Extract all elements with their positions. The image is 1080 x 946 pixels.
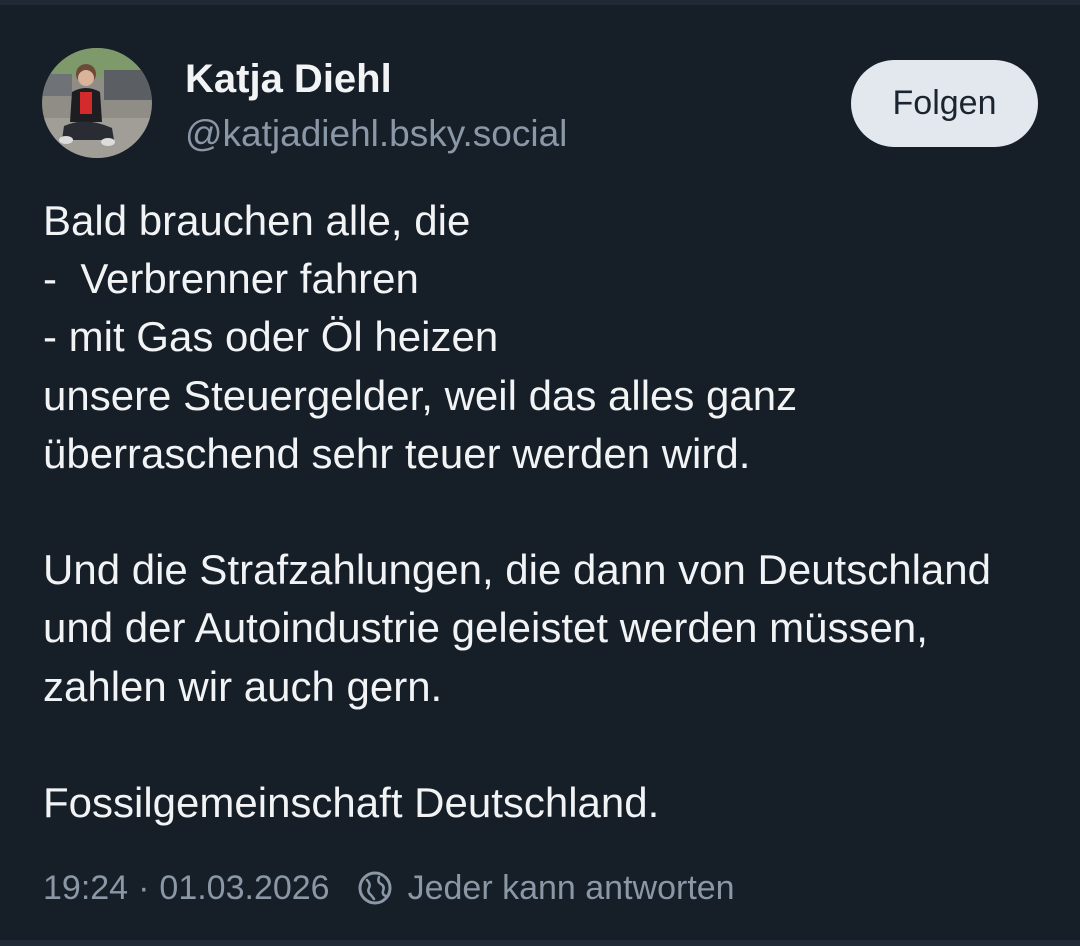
meta-separator: · <box>138 868 150 907</box>
author-handle[interactable]: @katjadiehl.bsky.social <box>185 112 567 156</box>
globe-icon <box>356 869 394 907</box>
reply-setting[interactable]: Jeder kann antworten <box>356 869 735 908</box>
bottom-divider <box>0 940 1080 946</box>
post-date: 01.03.2026 <box>159 868 330 907</box>
post: Katja Diehl @katjadiehl.bsky.social Folg… <box>0 0 1080 946</box>
author-display-name[interactable]: Katja Diehl <box>185 56 392 102</box>
reply-setting-label: Jeder kann antworten <box>407 868 735 907</box>
post-text: Bald brauchen alle, die - Verbrenner fah… <box>43 197 991 827</box>
post-time: 19:24 <box>43 868 129 907</box>
follow-button[interactable]: Folgen <box>851 60 1038 147</box>
author-avatar[interactable] <box>42 48 152 158</box>
avatar-photo <box>42 48 152 158</box>
post-meta: 19:24 · 01.03.2026 Jeder kann antworten <box>43 866 735 910</box>
